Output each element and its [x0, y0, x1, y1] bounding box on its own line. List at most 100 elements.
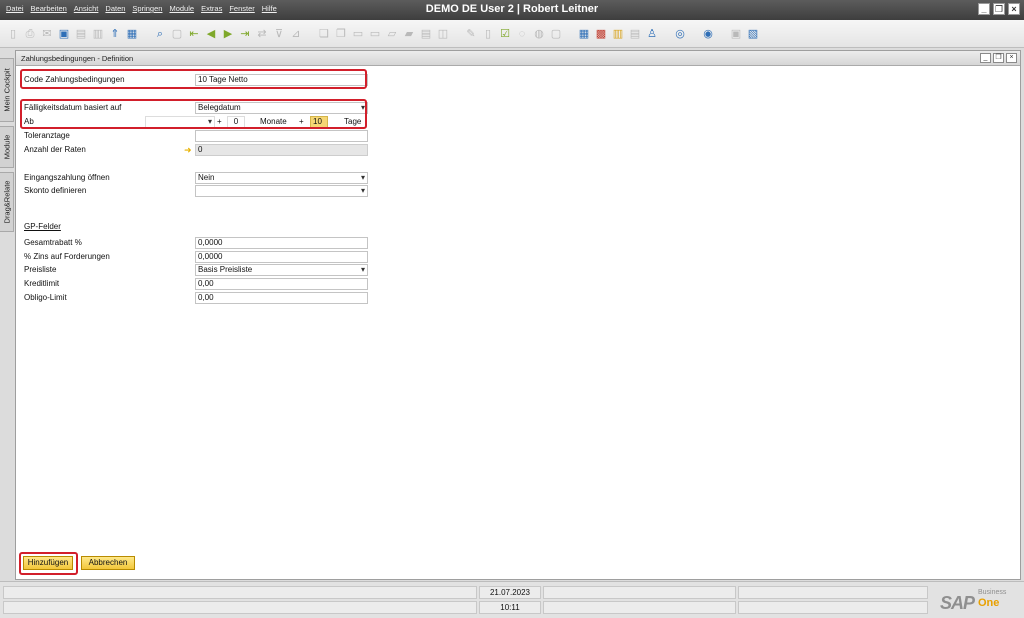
status-box-4 [738, 586, 928, 599]
credit-limit-field[interactable]: 0,00 [195, 278, 368, 290]
edit-icon[interactable]: ✎ [464, 27, 478, 41]
save-icon[interactable]: ▣ [57, 27, 71, 41]
print-icon[interactable]: ⎙ [23, 27, 37, 41]
help-icon[interactable]: ◉ [701, 27, 715, 41]
tolerance-row: Toleranztage [24, 130, 374, 142]
add-icon[interactable]: ▢ [170, 27, 184, 41]
restore-icon[interactable]: ❐ [993, 3, 1005, 15]
journal-icon[interactable]: ▰ [402, 27, 416, 41]
preview-icon[interactable]: ▯ [6, 27, 20, 41]
next-record-icon[interactable]: ▶ [221, 27, 235, 41]
sap-business-one-logo: SAP Business One [940, 589, 1007, 613]
status-time: 10:11 [479, 601, 541, 614]
copy-to-icon[interactable]: ❐ [334, 27, 348, 41]
menu-ansicht[interactable]: Ansicht [74, 4, 99, 13]
last-record-icon[interactable]: ⇥ [238, 27, 252, 41]
form-title: Zahlungsbedingungen - Definition [21, 54, 134, 63]
lock-icon[interactable]: ▦ [125, 27, 139, 41]
menu-bearbeiten[interactable]: Bearbeiten [31, 4, 67, 13]
menu-springen[interactable]: Springen [132, 4, 162, 13]
payment-icon[interactable]: ◫ [436, 27, 450, 41]
installments-row: Anzahl der Raten ➜ 0 [24, 144, 374, 156]
tolerance-label: Toleranztage [24, 131, 70, 140]
status-date: 21.07.2023 [479, 586, 541, 599]
side-tabs: Mein Cockpit Module Drag&Relate [0, 58, 15, 578]
menu-fenster[interactable]: Fenster [229, 4, 254, 13]
credit-limit-row: Kreditlimit 0,00 [24, 278, 374, 290]
form-restore-icon[interactable]: ❐ [993, 53, 1004, 63]
layout-icon[interactable]: ▢ [549, 27, 563, 41]
web-icon[interactable]: ◎ [673, 27, 687, 41]
credit-limit-label: Kreditlimit [24, 279, 60, 288]
find-icon[interactable]: ⌕ [153, 27, 167, 41]
filter-icon[interactable]: ⊽ [272, 27, 286, 41]
menu-daten[interactable]: Daten [105, 4, 125, 13]
minimize-icon[interactable]: _ [978, 3, 990, 15]
target-document-icon[interactable]: ▭ [368, 27, 382, 41]
close-icon[interactable]: × [1008, 3, 1020, 15]
status-bar: 21.07.2023 10:11 SAP Business One [0, 581, 1024, 618]
status-message [3, 586, 477, 599]
menu-module[interactable]: Module [169, 4, 194, 13]
tab-drag-relate[interactable]: Drag&Relate [0, 172, 14, 232]
toolbar: ▯ ⎙ ✉ ▣ ▤ ▥ ⇑ ▦ ⌕ ▢ ⇤ ◀ ▶ ⇥ ⇄ ⊽ ⊿ ❏ ❐ ▭ … [0, 20, 1024, 48]
discount-select[interactable] [195, 185, 368, 197]
discount-label: Skonto definieren [24, 186, 87, 195]
discount-row: Skonto definieren [24, 185, 374, 197]
code-highlight [20, 69, 367, 89]
form-close-icon[interactable]: × [1006, 53, 1017, 63]
approve-icon[interactable]: ☑ [498, 27, 512, 41]
bp-fields-section: GP-Felder [24, 222, 61, 231]
upload-icon[interactable]: ⇑ [108, 27, 122, 41]
cancel-button[interactable]: Abbrechen [81, 556, 135, 570]
incoming-payment-select[interactable]: Nein [195, 172, 368, 184]
transaction-icon[interactable]: ▱ [385, 27, 399, 41]
gross-profit-icon[interactable]: ▤ [419, 27, 433, 41]
delete-report-icon[interactable]: ▩ [594, 27, 608, 41]
settings-icon[interactable]: ▣ [729, 27, 743, 41]
menu-bar: Datei Bearbeiten Ansicht Daten Springen … [6, 4, 277, 13]
chat-icon[interactable]: ◍ [532, 27, 546, 41]
incoming-payment-row: Eingangszahlung öffnen Nein [24, 172, 374, 184]
status-box-6 [738, 601, 928, 614]
users-icon[interactable]: ♙ [645, 27, 659, 41]
commitment-limit-label: Obligo-Limit [24, 293, 67, 302]
status-box-3 [543, 586, 736, 599]
export-icon[interactable]: ▤ [74, 27, 88, 41]
pricelist-select[interactable]: Basis Preisliste [195, 264, 368, 276]
sort-icon[interactable]: ⊿ [289, 27, 303, 41]
pdf-icon[interactable]: ▥ [91, 27, 105, 41]
report-icon[interactable]: ▥ [611, 27, 625, 41]
interest-row: % Zins auf Forderungen 0,0000 [24, 251, 374, 263]
incoming-payment-label: Eingangszahlung öffnen [24, 173, 110, 182]
copy-from-icon[interactable]: ❏ [317, 27, 331, 41]
form-minimize-icon[interactable]: _ [980, 53, 991, 63]
total-discount-field[interactable]: 0,0000 [195, 237, 368, 249]
link-arrow-icon[interactable]: ➜ [184, 145, 192, 156]
previous-record-icon[interactable]: ◀ [204, 27, 218, 41]
table-icon[interactable]: ▦ [577, 27, 591, 41]
email-icon[interactable]: ✉ [40, 27, 54, 41]
first-record-icon[interactable]: ⇤ [187, 27, 201, 41]
document-icon[interactable]: ▯ [481, 27, 495, 41]
add-button-highlight [19, 552, 78, 575]
installments-label: Anzahl der Raten [24, 145, 86, 154]
refresh-icon[interactable]: ⇄ [255, 27, 269, 41]
menu-datei[interactable]: Datei [6, 4, 24, 13]
base-document-icon[interactable]: ▭ [351, 27, 365, 41]
form-settings-icon[interactable]: ▧ [746, 27, 760, 41]
tolerance-field[interactable] [195, 130, 368, 142]
tab-module[interactable]: Module [0, 126, 14, 168]
total-discount-label: Gesamtrabatt % [24, 238, 82, 247]
message-icon[interactable]: ◌ [515, 27, 529, 41]
total-discount-row: Gesamtrabatt % 0,0000 [24, 237, 374, 249]
commitment-limit-field[interactable]: 0,00 [195, 292, 368, 304]
pricelist-row: Preisliste Basis Preisliste [24, 264, 374, 276]
menu-extras[interactable]: Extras [201, 4, 222, 13]
document-list-icon[interactable]: ▤ [628, 27, 642, 41]
installments-field: 0 [195, 144, 368, 156]
due-date-highlight [20, 99, 367, 129]
menu-hilfe[interactable]: Hilfe [262, 4, 277, 13]
tab-mein-cockpit[interactable]: Mein Cockpit [0, 58, 14, 122]
interest-field[interactable]: 0,0000 [195, 251, 368, 263]
